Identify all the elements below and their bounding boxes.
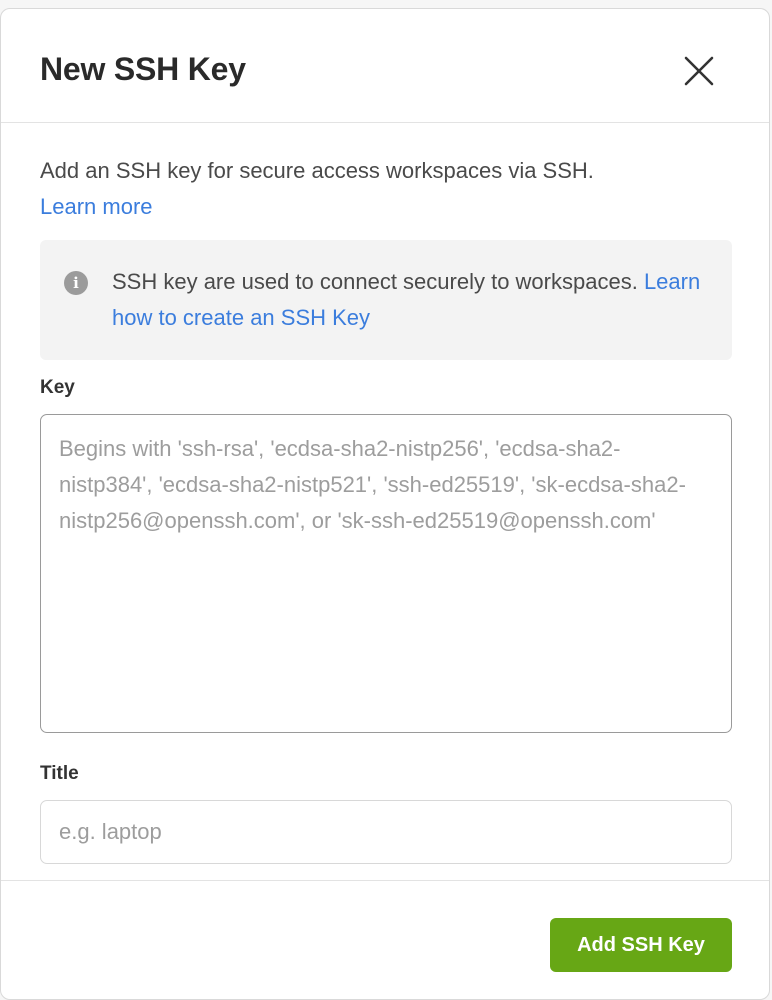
close-icon <box>684 56 714 86</box>
dialog-title: New SSH Key <box>40 51 246 87</box>
info-description: SSH key are used to connect securely to … <box>112 269 638 294</box>
close-button[interactable] <box>681 53 717 89</box>
footer-divider <box>1 880 769 881</box>
intro-description: Add an SSH key for secure access workspa… <box>40 158 594 183</box>
title-input[interactable] <box>40 800 732 864</box>
info-text: SSH key are used to connect securely to … <box>112 264 712 336</box>
info-icon: i <box>64 271 88 295</box>
new-ssh-key-dialog: New SSH Key Add an SSH key for secure ac… <box>0 8 770 1000</box>
learn-more-link[interactable]: Learn more <box>40 194 153 219</box>
intro-text: Add an SSH key for secure access workspa… <box>40 153 730 225</box>
key-textarea[interactable] <box>40 414 732 733</box>
add-ssh-key-button[interactable]: Add SSH Key <box>550 918 732 972</box>
dialog-header: New SSH Key <box>1 9 769 123</box>
key-label: Key <box>40 377 75 398</box>
title-label: Title <box>40 763 79 784</box>
info-callout: i SSH key are used to connect securely t… <box>40 240 732 360</box>
